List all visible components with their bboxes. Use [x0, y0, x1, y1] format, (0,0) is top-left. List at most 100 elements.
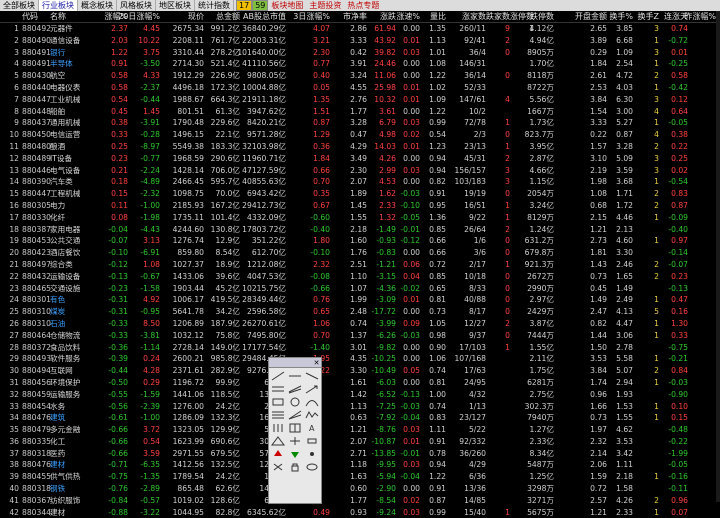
table-row[interactable]: 34880476建筑-0.61-1.001286.09132.3亿16446.0… [0, 412, 720, 424]
gann-tool-icon[interactable] [287, 409, 303, 421]
tab-link-1[interactable]: 主题投资 [306, 0, 344, 11]
table-row[interactable]: 18 880387 家用电器 -0.04 -4.43 4244.60 130.8亿 17803… [0, 224, 720, 236]
rect-tool-icon[interactable] [270, 396, 286, 408]
tab-3[interactable]: 风格板块 [117, 0, 156, 11]
table-row[interactable]: 4 880491 半导体 0.91 -3.50 2714.30 521.4亿 41110.56… [0, 58, 720, 70]
table-row[interactable]: 12 880489 IT设备 0.23 -0.77 1968.59 290.6亿 11960.… [0, 153, 720, 165]
cell-量比: 0.87 [429, 495, 446, 505]
close-icon[interactable]: ✕ [312, 359, 321, 367]
table-row[interactable]: 9 880437 通用机械 0.38 -3.91 1790.48 229.6亿 8420.21… [0, 117, 720, 129]
table-row[interactable]: 13 880446 电气设备 0.21 -2.24 1428.14 706.0亿 47127.… [0, 165, 720, 177]
cell-跌停数: 921.3万 [524, 259, 554, 269]
tab-count-box-0[interactable]: 17 [236, 0, 253, 11]
table-row[interactable]: 24 880301 有色 -0.31 4.92 1006.17 419.5亿 28349.44… [0, 294, 720, 306]
table-row[interactable]: 28 880372 食品饮料 -0.36 -1.14 2728.14 149.0亿 17177… [0, 342, 720, 354]
table-row[interactable]: 7 880447 工业机械 0.54 -0.44 1988.67 664.3亿 21911.1… [0, 94, 720, 106]
grid-tool-icon[interactable] [287, 422, 303, 434]
text-tool-icon[interactable]: A [304, 422, 320, 434]
column-header-20[interactable]: 换手Z [638, 11, 659, 22]
arrow-tool-icon[interactable] [304, 383, 320, 395]
lock-tool-icon[interactable] [287, 461, 303, 473]
cross-tool-icon[interactable] [287, 435, 303, 447]
table-row[interactable]: 41880367纺织服饰-0.84-0.571019.02128.6亿6159.… [0, 495, 720, 507]
tab-2[interactable]: 概念板块 [78, 0, 117, 11]
table-row[interactable]: 25 880310 煤炭 -0.31 -0.95 5641.78 34.2亿 2596.58亿… [0, 306, 720, 318]
delete-tool-icon[interactable] [270, 461, 286, 473]
tab-link-2[interactable]: 热点专题 [344, 0, 382, 11]
table-row[interactable]: 15 880447 工程机械 0.15 -2.32 1098.75 70.0亿 6943.42… [0, 188, 720, 200]
price-tool-icon[interactable] [304, 435, 320, 447]
cycle-tool-icon[interactable] [270, 422, 286, 434]
tab-count-box-1[interactable]: 59 [252, 0, 269, 11]
column-header-5[interactable]: 20日涨幅% [118, 11, 160, 22]
column-header-18[interactable]: 开盘金额 [575, 11, 607, 22]
column-header-10[interactable]: 市净率 [343, 11, 367, 22]
table-row[interactable]: 31880456环境保护-0.500.291196.7299.9亿6636.1.… [0, 377, 720, 389]
table-row[interactable]: 37880318医药-0.663.592971.55679.5亿57792.2.… [0, 448, 720, 460]
column-header-15[interactable]: 跌家数 [486, 11, 510, 22]
arc-tool-icon[interactable] [304, 396, 320, 408]
table-row[interactable]: 42 880344 建材 -0.88 -3.22 1044.95 82.8亿 6345.62亿… [0, 507, 720, 518]
table-row[interactable]: 2 880490 通信设备 2.03 10.22 2208.11 761.7亿 22003.3… [0, 35, 720, 47]
column-header-9[interactable]: 3日涨幅% [293, 11, 330, 22]
circle-tool-icon[interactable] [287, 396, 303, 408]
table-row[interactable]: 23 880465 交通设施 -0.23 -1.58 1903.44 45.2亿 10215.… [0, 283, 720, 295]
table-row[interactable]: 21 880497 综合类 -0.12 1.08 1027.37 18.9亿 1212.08亿… [0, 259, 720, 271]
table-row[interactable]: 26 880310 石油 -0.33 8.50 1206.89 187.9亿 26270.61… [0, 318, 720, 330]
table-row[interactable]: 3 880491 银行 1.22 3.75 3310.44 278.2亿 101640.00亿… [0, 47, 720, 59]
table-row[interactable]: 38880476建材-0.71-6.351412.56132.5亿12790.1… [0, 459, 720, 471]
tab-0[interactable]: 全部板块 [0, 0, 39, 11]
column-header-14[interactable]: 涨家数 [462, 11, 486, 22]
down-arrow-icon[interactable] [287, 448, 303, 460]
scrollbar[interactable] [716, 11, 720, 502]
table-row[interactable]: 10 880450 电信运营 0.33 -0.28 1496.15 22.1亿 9571.28… [0, 129, 720, 141]
channel-tool-icon[interactable] [287, 383, 303, 395]
table-row[interactable]: 6 880440 电器仪表 0.58 -2.37 4496.18 172.3亿 10004.8… [0, 82, 720, 94]
table-row[interactable]: 5 880430 航空 0.58 4.33 1912.29 226.9亿 9808.05亿 0.… [0, 70, 720, 82]
column-header-22[interactable]: 昨涨幅% [684, 11, 716, 22]
segment-tool-icon[interactable] [304, 370, 320, 382]
column-header-1[interactable]: 代码 [22, 11, 38, 22]
column-header-8[interactable]: AB股总市值 [243, 11, 286, 22]
table-row[interactable]: 33880454水务-0.56-2.391276.0024.2亿2395.1.1… [0, 401, 720, 413]
line-tool-icon[interactable] [270, 370, 286, 382]
table-row[interactable]: 17 880330 化纤 0.08 -1.98 1735.11 101.4亿 4332.09亿… [0, 212, 720, 224]
column-header-12[interactable]: 涨速% [396, 11, 420, 22]
table-row[interactable]: 1 880492 元器件 2.37 4.45 2675.34 991.2亿 36840.29亿… [0, 23, 720, 35]
table-row[interactable]: 32880459运输服务-0.55-1.591441.06118.5亿13780… [0, 389, 720, 401]
up-arrow-icon[interactable] [270, 448, 286, 460]
tab-1[interactable]: 行业板块 [39, 0, 78, 11]
table-row[interactable]: 20 880423 酒店餐饮 -0.10 -6.91 859.80 8.54亿 612.70亿… [0, 247, 720, 259]
column-header-7[interactable]: 总金额 [216, 11, 240, 22]
table-row[interactable]: 30 880494 互联网 -0.44 4.28 2371.61 282.9亿 9276.90… [0, 365, 720, 377]
table-row[interactable]: 14 880390 汽车类 0.18 -4.89 2466.45 595.7亿 40855.6… [0, 176, 720, 188]
table-row[interactable]: 8 880448 船舶 0.45 1.45 801.51 61.3亿 3947.62亿 1.51… [0, 106, 720, 118]
table-row[interactable]: 11 880480 酿酒 0.25 -8.97 5549.38 183.3亿 32103.98… [0, 141, 720, 153]
column-header-13[interactable]: 量比 [430, 11, 446, 22]
column-header-19[interactable]: 换手% [609, 11, 633, 22]
column-header-17[interactable]: 跌停数 [530, 11, 554, 22]
table-row[interactable]: 39880455供气供热-0.75-1.351789.5424.2亿1830.1… [0, 471, 720, 483]
column-header-2[interactable]: 名称 [50, 11, 66, 22]
table-row[interactable]: 19 880453 公共交通 -0.07 3.13 1276.74 12.9亿 351.22亿… [0, 235, 720, 247]
table-row[interactable]: 29 880493 软件服务 -0.39 0.24 2600.21 985.8亿 29484.… [0, 353, 720, 365]
ray-tool-icon[interactable] [287, 370, 303, 382]
table-row[interactable]: 22 880432 运输设备 -0.13 -0.67 1433.06 39.6亿 4047.5… [0, 271, 720, 283]
tab-link-0[interactable]: 板块地图 [268, 0, 306, 11]
tab-4[interactable]: 地区板块 [156, 0, 195, 11]
fib-tool-icon[interactable] [270, 409, 286, 421]
column-header-11[interactable]: 涨跌 [380, 11, 396, 22]
table-row[interactable]: 40880318钢铁-0.76-2.89865.4862.6亿14136.0.6… [0, 483, 720, 495]
table-row[interactable]: 27 880464 仓储物流 -0.33 -3.81 1032.12 75.8亿 7495.8… [0, 330, 720, 342]
tab-5[interactable]: 统计指数 [195, 0, 234, 11]
toolbox-titlebar[interactable]: ✕ [269, 358, 321, 368]
table-row[interactable]: 35880479多元金融-0.663.721323.05129.9亿5235.1… [0, 424, 720, 436]
table-row[interactable]: 16 880305 电力 0.11 -1.00 2185.93 167.2亿 29412.73… [0, 200, 720, 212]
wave-tool-icon[interactable] [304, 409, 320, 421]
hide-tool-icon[interactable] [304, 461, 320, 473]
column-header-6[interactable]: 现价 [188, 11, 204, 22]
triangle-tool-icon[interactable] [270, 435, 286, 447]
table-row[interactable]: 36880335化工-0.660.541623.99690.6亿30167.2.… [0, 436, 720, 448]
mark-tool-icon[interactable] [304, 448, 320, 460]
parallel-tool-icon[interactable] [270, 383, 286, 395]
